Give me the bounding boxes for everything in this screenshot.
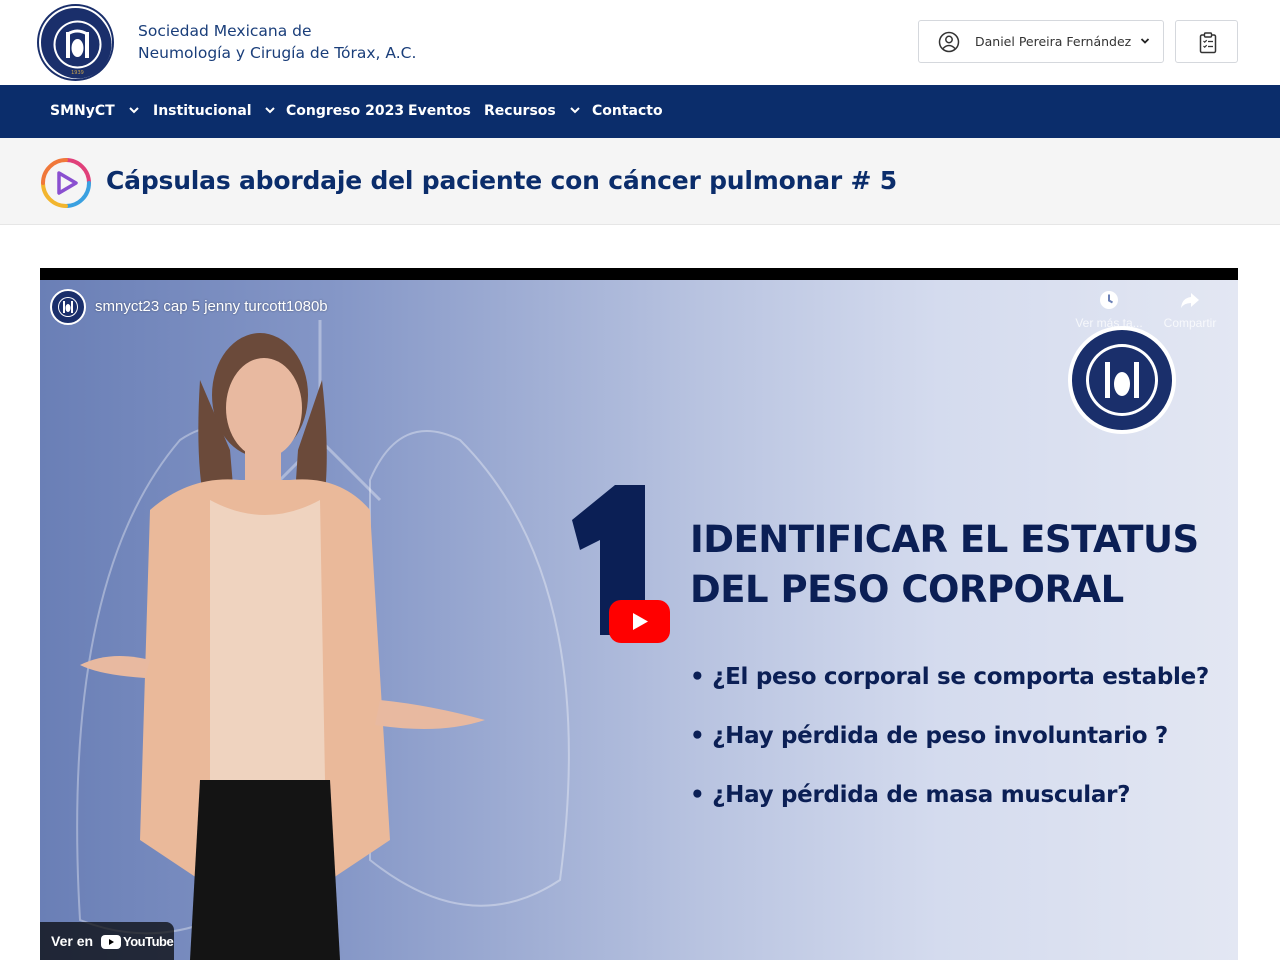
- watch-on-youtube-link[interactable]: Ver en YouTube: [40, 922, 174, 960]
- watch-later-label: Ver más ta...: [1075, 316, 1143, 330]
- youtube-wordmark: YouTube: [123, 934, 174, 949]
- youtube-play-button[interactable]: [609, 600, 670, 643]
- slide-heading-line1: IDENTIFICAR EL ESTATUS: [690, 518, 1199, 561]
- main-nav: SMNyCT Institucional Congreso 2023 Event…: [0, 85, 1280, 138]
- user-name: Daniel Pereira Fernández: [975, 34, 1132, 49]
- channel-avatar[interactable]: [50, 289, 86, 325]
- share-label: Compartir: [1163, 316, 1217, 330]
- nav-label: Eventos: [408, 103, 471, 119]
- slide-bullet: • ¿El peso corporal se comporta estable?: [690, 664, 1209, 690]
- site-header: 1939 Sociedad Mexicana de Neumología y C…: [0, 0, 1280, 85]
- org-name-line1: Sociedad Mexicana de: [138, 22, 312, 40]
- watch-later-button[interactable]: Ver más ta...: [1072, 290, 1146, 330]
- share-arrow-icon: [1181, 293, 1199, 308]
- watch-on-label: Ver en: [51, 933, 94, 949]
- clipboard-list-icon: [1199, 32, 1217, 54]
- chevron-down-icon: [569, 107, 580, 114]
- nav-label: SMNyCT: [50, 103, 115, 119]
- channel-logo-icon: [58, 297, 78, 317]
- slide-heading: IDENTIFICAR EL ESTATUS DEL PESO CORPORAL: [690, 515, 1199, 615]
- video-title[interactable]: smnyct23 cap 5 jenny turcott1080b: [95, 298, 328, 315]
- user-circle-icon: [938, 31, 960, 53]
- clock-icon: [1100, 291, 1118, 309]
- nav-item-institucional[interactable]: Institucional: [153, 85, 276, 138]
- slide-bullets: • ¿El peso corporal se comporta estable?…: [690, 648, 1209, 825]
- nav-label: Recursos: [484, 103, 556, 119]
- nav-item-contacto[interactable]: Contacto: [592, 85, 663, 138]
- nav-label: Congreso 2023: [286, 103, 405, 119]
- slide-heading-line2: DEL PESO CORPORAL: [690, 568, 1124, 611]
- org-name-line2: Neumología y Cirugía de Tórax, A.C.: [138, 44, 417, 62]
- organization-name[interactable]: Sociedad Mexicana de Neumología y Cirugí…: [138, 20, 416, 64]
- slide-bullet: • ¿Hay pérdida de peso involuntario ?: [690, 723, 1168, 749]
- slide-bullet: • ¿Hay pérdida de masa muscular?: [690, 782, 1131, 808]
- nav-item-smnyct[interactable]: SMNyCT: [50, 85, 140, 138]
- video-title-row: smnyct23 cap 5 jenny turcott1080b: [40, 280, 1238, 340]
- clipboard-button[interactable]: [1175, 20, 1238, 63]
- nav-item-recursos[interactable]: Recursos: [484, 85, 581, 138]
- page-title-band: Cápsulas abordaje del paciente con cánce…: [0, 138, 1280, 225]
- video-embed[interactable]: smnyct23 cap 5 jenny turcott1080b Ver má…: [40, 268, 1238, 960]
- chevron-down-icon: [265, 107, 276, 114]
- page-title: Cápsulas abordaje del paciente con cánce…: [106, 166, 897, 195]
- svg-text:1939: 1939: [71, 70, 84, 76]
- youtube-logo-icon: [101, 935, 121, 949]
- nav-label: Contacto: [592, 103, 663, 119]
- video-capsule-icon: [41, 158, 91, 208]
- chevron-down-icon: [128, 107, 139, 114]
- nav-item-eventos[interactable]: Eventos: [408, 85, 471, 138]
- user-menu-button[interactable]: Daniel Pereira Fernández: [918, 20, 1164, 63]
- chevron-down-icon: [1140, 38, 1150, 44]
- video-frame[interactable]: smnyct23 cap 5 jenny turcott1080b Ver má…: [40, 280, 1238, 960]
- nav-label: Institucional: [153, 103, 252, 119]
- share-button[interactable]: Compartir: [1158, 290, 1222, 330]
- nav-item-congreso[interactable]: Congreso 2023: [286, 85, 404, 138]
- seal-logo-icon: 1939: [43, 10, 112, 79]
- society-logo[interactable]: 1939: [39, 6, 112, 79]
